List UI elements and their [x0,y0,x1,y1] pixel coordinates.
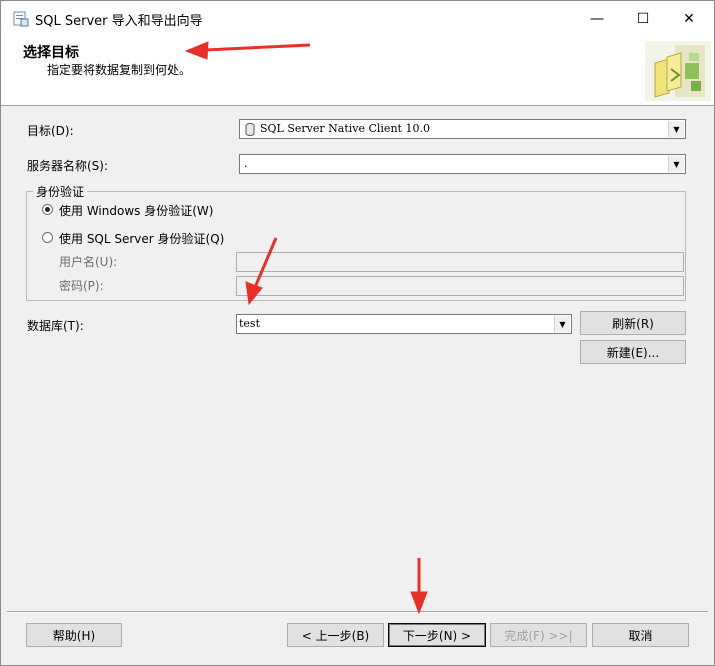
annotation-arrows [184,41,428,615]
